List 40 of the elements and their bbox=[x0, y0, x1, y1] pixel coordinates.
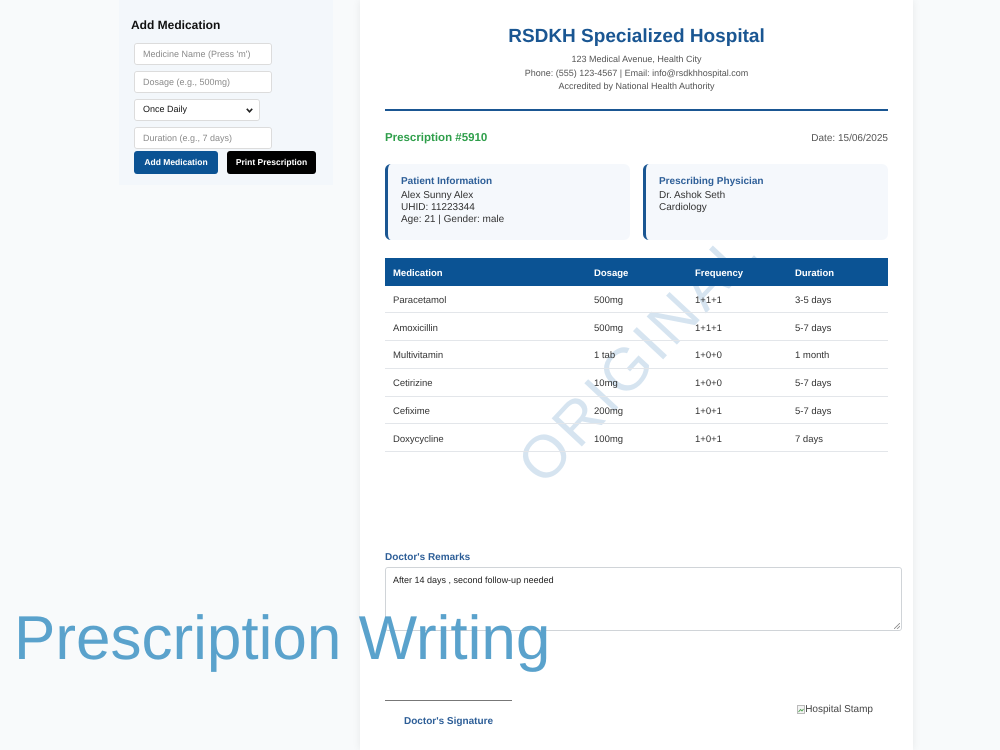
table-cell: Cefixime bbox=[393, 406, 430, 417]
prescription-date: Date: 15/06/2025 bbox=[811, 132, 888, 146]
hospital-contact-text: Phone: (555) 123-4567 | Email: info@rsdkhhospital.com bbox=[524, 66, 748, 80]
card-text: UHID: 11223344 bbox=[401, 202, 476, 214]
signature-label: Doctor's Signature bbox=[404, 714, 494, 729]
stamp-alt-text: Hospital Stamp bbox=[805, 702, 873, 717]
card-text: Age: 21 | Gender: male bbox=[401, 214, 506, 226]
add-medication-button[interactable]: Add Medication bbox=[134, 151, 218, 174]
remarks-label: Doctor's Remarks bbox=[385, 552, 472, 564]
table-cell: Cetirizine bbox=[393, 378, 433, 390]
hospital-contact-text: Accredited by National Health Authority bbox=[558, 80, 715, 93]
input-field[interactable]: Dosage (e.g., 500mg) bbox=[134, 71, 272, 93]
broken-image-icon bbox=[797, 704, 806, 714]
card-title: Patient Information bbox=[401, 176, 494, 188]
hospital-contact-text: 123 Medical Avenue, Health City bbox=[572, 53, 702, 66]
chevron-down-icon bbox=[246, 108, 253, 112]
card-text: Dr. Ashok Seth bbox=[659, 190, 726, 202]
table-cell: Amoxicillin bbox=[393, 322, 438, 334]
table-cell: 7 days bbox=[795, 434, 823, 445]
column-header: Duration bbox=[795, 268, 834, 279]
print-button[interactable]: Print Prescription bbox=[227, 151, 316, 174]
resize-handle-icon[interactable] bbox=[894, 622, 900, 629]
card-title: Prescribing Physician bbox=[659, 176, 764, 188]
hospital-name: RSDKH Specialized Hospital bbox=[507, 25, 766, 49]
frequency-select[interactable]: Once Daily bbox=[134, 99, 260, 121]
prescription-number: Prescription #5910 bbox=[385, 130, 488, 146]
table-cell: 5-7 days bbox=[795, 406, 832, 417]
table-cell: 5-7 days bbox=[795, 322, 832, 334]
input-field[interactable]: Medicine Name (Press 'm') bbox=[134, 43, 272, 65]
table-cell: Doxycycline bbox=[393, 434, 444, 445]
card-text: Alex Sunny Alex bbox=[401, 190, 474, 202]
table-cell: 5-7 days bbox=[795, 378, 832, 390]
panel-title: Add Medication bbox=[131, 17, 222, 33]
input-field[interactable]: Duration (e.g., 7 days) bbox=[134, 127, 272, 149]
table-cell: 3-5 days bbox=[795, 295, 832, 306]
table-cell: 1 month bbox=[795, 350, 830, 362]
table-cell: Multivitamin bbox=[393, 350, 444, 362]
table-cell: Paracetamol bbox=[393, 295, 446, 306]
column-header: Medication bbox=[393, 268, 443, 279]
card-text: Cardiology bbox=[659, 202, 708, 214]
